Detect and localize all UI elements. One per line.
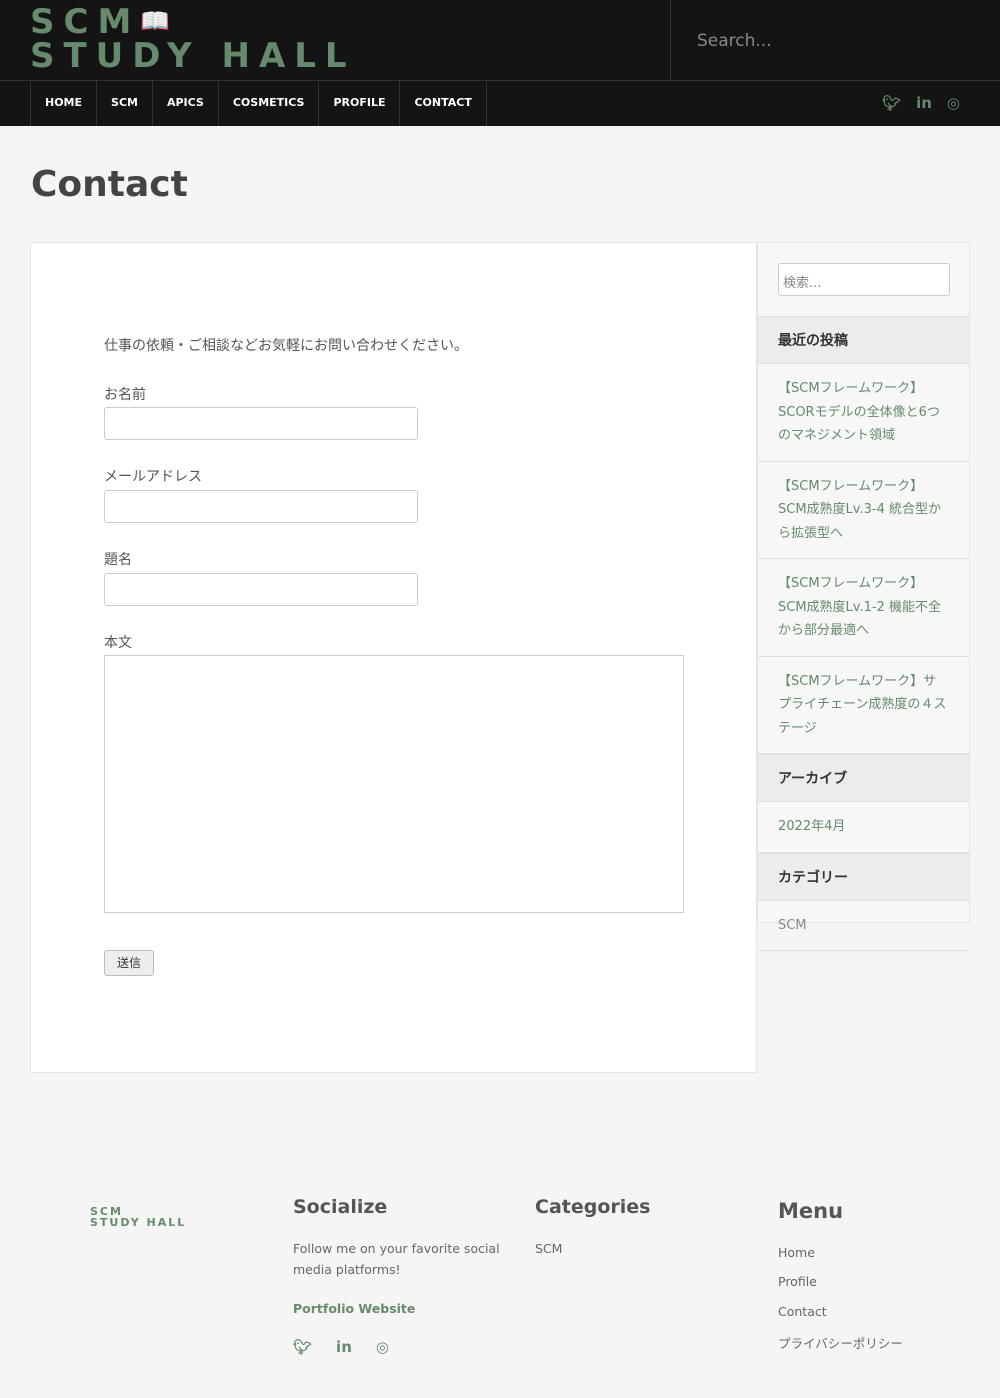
form-intro: 仕事の依頼・ご相談などお気軽にお問い合わせください。: [104, 338, 468, 354]
subject-label: 題名: [104, 552, 132, 568]
recent-posts-heading: 最近の投稿: [758, 316, 969, 364]
category-link[interactable]: SCM: [758, 901, 969, 951]
socialize-text: Follow me on your favorite social media …: [293, 1241, 500, 1277]
footer-menu-privacy[interactable]: プライバシーポリシー: [778, 1333, 903, 1352]
header-social: 🐦︎ in ◎: [882, 94, 960, 112]
instagram-icon[interactable]: ◎: [947, 94, 960, 112]
sidebar-search-input[interactable]: 検索...: [778, 263, 950, 296]
instagram-icon[interactable]: ◎: [376, 1338, 389, 1356]
nav-profile[interactable]: PROFILE: [319, 81, 401, 126]
page-title: Contact: [31, 164, 188, 205]
header-search-input[interactable]: Search...: [670, 0, 1000, 80]
nav-cosmetics[interactable]: COSMETICS: [219, 81, 320, 126]
socialize-heading: Socialize: [293, 1196, 388, 1218]
footer-category-link[interactable]: SCM: [535, 1241, 562, 1256]
main-nav: HOME SCM APICS COSMETICS PROFILE CONTACT: [30, 81, 487, 126]
twitter-icon[interactable]: 🐦︎: [293, 1338, 312, 1356]
nav-scm[interactable]: SCM: [97, 81, 153, 126]
body-textarea[interactable]: [104, 655, 684, 913]
nav-apics[interactable]: APICS: [153, 81, 219, 126]
recent-post-link[interactable]: 【SCMフレームワーク】SCORモデルの全体像と6つのマネジメント領域: [758, 364, 969, 462]
menu-heading: Menu: [778, 1199, 844, 1223]
site-logo[interactable]: SCM📖 STUDY HALL: [30, 4, 356, 73]
twitter-icon[interactable]: 🐦︎: [882, 94, 901, 112]
footer-menu-contact[interactable]: Contact: [778, 1304, 827, 1319]
portfolio-link[interactable]: Portfolio Website: [293, 1301, 415, 1316]
site-header: SCM📖 STUDY HALL Search... HOME SCM APICS …: [0, 0, 1000, 126]
sidebar: 検索... 最近の投稿 【SCMフレームワーク】SCORモデルの全体像と6つのマ…: [757, 242, 970, 951]
nav-home[interactable]: HOME: [31, 81, 98, 126]
footer-menu-home[interactable]: Home: [778, 1245, 815, 1260]
footer-logo[interactable]: SCM STUDY HALL: [90, 1206, 186, 1228]
name-field[interactable]: [104, 407, 418, 440]
subject-field[interactable]: [104, 573, 418, 606]
categories-heading: Categories: [535, 1196, 651, 1218]
name-label: お名前: [104, 387, 146, 403]
category-heading: カテゴリー: [758, 852, 969, 901]
linkedin-icon[interactable]: in: [336, 1338, 352, 1356]
recent-post-link[interactable]: 【SCMフレームワーク】サプライチェーン成熟度の４ステージ: [758, 657, 969, 754]
email-label: メールアドレス: [104, 469, 202, 485]
archive-heading: アーカイブ: [758, 754, 969, 802]
archive-link[interactable]: 2022年4月: [758, 802, 969, 853]
contact-form: 仕事の依頼・ご相談などお気軽にお問い合わせください。 お名前 メールアドレス 題…: [30, 242, 757, 1073]
email-field[interactable]: [104, 490, 418, 523]
body-label: 本文: [104, 635, 132, 651]
nav-contact[interactable]: CONTACT: [400, 81, 487, 126]
footer-social: 🐦︎ in ◎: [293, 1338, 389, 1356]
linkedin-icon[interactable]: in: [916, 94, 932, 112]
footer-menu-profile[interactable]: Profile: [778, 1274, 817, 1289]
book-icon: 📖: [140, 7, 171, 35]
recent-post-link[interactable]: 【SCMフレームワーク】SCM成熟度Lv.3-4 統合型から拡張型へ: [758, 462, 969, 559]
recent-post-link[interactable]: 【SCMフレームワーク】SCM成熟度Lv.1-2 機能不全から部分最適へ: [758, 559, 969, 657]
submit-button[interactable]: 送信: [104, 950, 154, 976]
